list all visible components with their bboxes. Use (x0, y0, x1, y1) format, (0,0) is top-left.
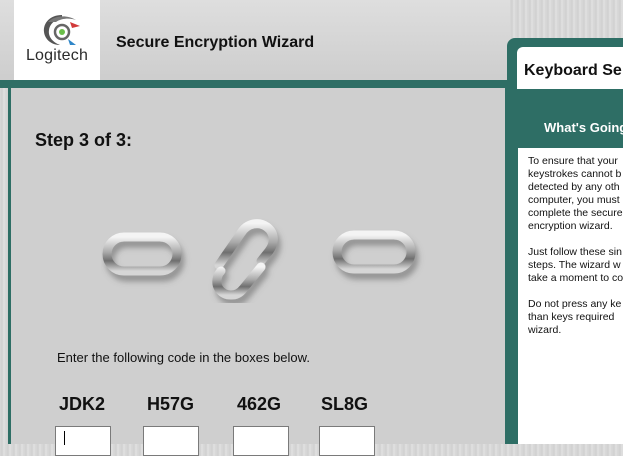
help-line: than keys required (528, 311, 615, 323)
help-line: encryption wizard. (528, 220, 613, 232)
help-line: computer, you must (528, 194, 620, 206)
logitech-logo-icon (43, 15, 80, 45)
help-paragraph-2: Just follow these sin steps. The wizard … (528, 246, 623, 285)
instruction-text: Enter the following code in the boxes be… (57, 350, 310, 365)
help-line: take a moment to co (528, 272, 623, 284)
text-cursor (64, 431, 65, 445)
side-panel-subtitle: What's Going (544, 120, 623, 135)
help-line: detected by any oth (528, 181, 620, 193)
code-4: SL8G (321, 394, 369, 414)
logo: Logitech (14, 0, 100, 80)
help-line: steps. The wizard w (528, 259, 621, 271)
header-divider (0, 80, 510, 88)
wizard-title: Secure Encryption Wizard (116, 34, 315, 51)
code-2: H57G (147, 394, 195, 414)
code-input-1[interactable] (55, 426, 111, 456)
help-paragraph-1: To ensure that your keystrokes cannot b … (528, 155, 623, 233)
side-help-text: To ensure that your keystrokes cannot b … (528, 155, 623, 350)
help-line: complete the secure (528, 207, 623, 219)
help-line: To ensure that your (528, 155, 618, 167)
logo-text: Logitech (25, 47, 89, 64)
side-panel-body: To ensure that your keystrokes cannot b … (518, 148, 623, 444)
broken-chain-icon (102, 219, 416, 300)
help-paragraph-3: Do not press any ke than keys required w… (528, 298, 623, 337)
code-input-2[interactable] (143, 426, 199, 456)
wizard-main-panel: Step 3 of 3: Enter the following code in… (8, 88, 508, 456)
help-line: Do not press any ke (528, 298, 622, 310)
code-list: JDK2 H57G 462G SL8G (55, 394, 495, 414)
help-line: Just follow these sin (528, 246, 622, 258)
wizard-header: Logitech Secure Encryption Wizard (0, 0, 510, 82)
code-input-3[interactable] (233, 426, 289, 456)
code-3: 462G (237, 394, 282, 414)
code-input-4[interactable] (319, 426, 375, 456)
help-side-panel: Keyboard Se What's Going To ensure that … (507, 38, 623, 444)
step-indicator: Step 3 of 3: (35, 130, 133, 150)
side-panel-header: Keyboard Se (517, 47, 623, 89)
help-line: wizard. (528, 324, 562, 336)
side-panel-title: Keyboard Se (524, 62, 622, 79)
help-line: keystrokes cannot b (528, 168, 622, 180)
code-1: JDK2 (59, 394, 106, 414)
